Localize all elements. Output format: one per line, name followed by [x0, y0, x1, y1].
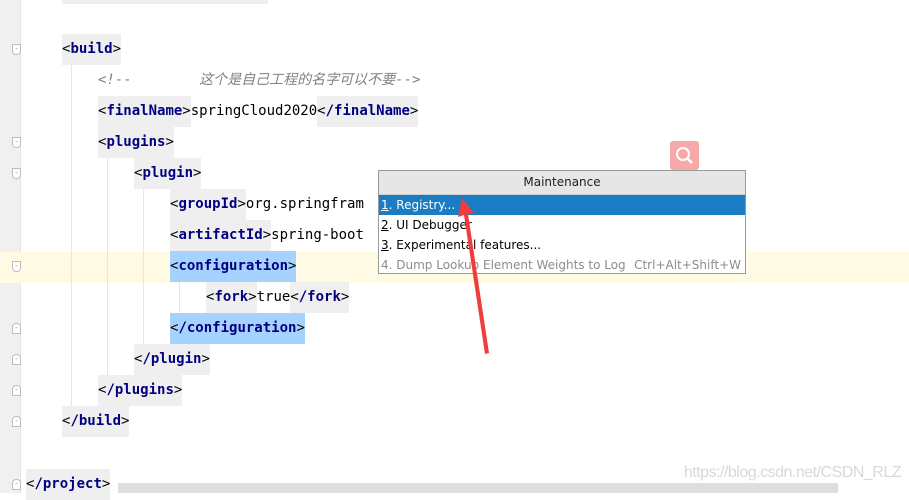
tag-name: configuration — [178, 258, 289, 274]
horizontal-scrollbar[interactable] — [118, 483, 838, 493]
indent-guide — [107, 155, 108, 400]
maintenance-popup: Maintenance 1. Registry... 2. UI Debugger… — [378, 170, 746, 274]
menu-mnemonic: 3 — [381, 238, 389, 252]
fold-start-icon[interactable]: - — [12, 137, 21, 148]
menu-item[interactable]: 2. UI Debugger — [379, 215, 745, 235]
menu-item-label: 4. Dump Lookup Element Weights to Log — [381, 258, 626, 272]
tag-name: plugin — [142, 165, 194, 181]
xml-tag: </plugins> — [98, 375, 183, 406]
fold-end-icon[interactable]: - — [12, 323, 21, 334]
tag-name: /plugins — [106, 382, 174, 398]
watermark: https://blog.csdn.net/CSDN_RLZ — [683, 464, 902, 481]
fold-start-icon[interactable]: - — [12, 168, 21, 179]
code-line[interactable]: <plugins> — [98, 127, 174, 158]
code-line[interactable]: </project> — [26, 469, 111, 500]
menu-mnemonic: 2 — [381, 218, 389, 232]
code-line[interactable]: </build> — [62, 406, 130, 437]
fold-end-icon[interactable]: - — [12, 385, 21, 396]
tag-name: /configuration — [178, 320, 297, 336]
xml-tag: <finalName> — [98, 96, 191, 127]
xml-tag: </configuration> — [170, 313, 305, 344]
fold-start-icon[interactable]: - — [12, 44, 21, 55]
xml-tag: <artifactId> — [170, 220, 272, 251]
menu-item-label: . UI Debugger — [388, 218, 472, 232]
xml-tag: </plugin> — [134, 344, 210, 375]
search-button[interactable] — [670, 141, 699, 170]
code-line[interactable]: <!-- 这个是自己工程的名字可以不要--> — [98, 65, 420, 96]
xml-tag: <fork> — [206, 282, 257, 313]
tag-name: /plugin — [142, 351, 202, 367]
previous-line-fragment — [62, 0, 268, 4]
code-line[interactable]: <finalName>springCloud2020</finalName> — [98, 96, 419, 127]
xml-tag: <build> — [62, 34, 122, 65]
menu-item-label: . Registry... — [388, 198, 456, 212]
tag-name: groupId — [178, 196, 238, 212]
fold-end-icon[interactable]: - — [12, 416, 21, 427]
tag-name: plugins — [106, 134, 166, 150]
fold-end-icon[interactable]: - — [12, 354, 21, 365]
code-line[interactable]: <configuration> — [170, 251, 297, 282]
code-line[interactable]: <plugin> — [134, 158, 202, 189]
text-value: org.springfram — [245, 196, 364, 212]
text-value: springCloud2020 — [190, 103, 318, 119]
tag-name: finalName — [106, 103, 183, 119]
xml-comment: <!-- 这个是自己工程的名字可以不要--> — [98, 72, 421, 88]
code-line[interactable]: <artifactId>spring-boot — [170, 220, 364, 251]
fold-start-icon[interactable]: - — [12, 261, 21, 272]
xml-tag: </fork> — [290, 282, 350, 313]
menu-item: 4. Dump Lookup Element Weights to Log Ctr… — [379, 255, 745, 275]
xml-tag: <plugins> — [98, 127, 174, 158]
code-line[interactable]: <fork>true</fork> — [206, 282, 350, 313]
code-line[interactable]: <build> — [62, 34, 122, 65]
xml-tag: <groupId> — [170, 189, 246, 220]
search-icon — [676, 147, 693, 164]
fold-end-icon[interactable]: - — [12, 479, 21, 490]
tag-name: /finalName — [325, 103, 410, 119]
menu-item-label: . Experimental features... — [388, 238, 542, 252]
menu-item[interactable]: 3. Experimental features... — [379, 235, 745, 255]
xml-tag: <plugin> — [134, 158, 202, 189]
code-line[interactable]: </plugins> — [98, 375, 183, 406]
tag-name: fork — [214, 289, 249, 305]
xml-tag: </build> — [62, 406, 130, 437]
text-value: spring-boot — [271, 227, 364, 243]
tag-name: /build — [70, 413, 122, 429]
xml-tag: <configuration> — [170, 251, 297, 282]
menu-item[interactable]: 1. Registry... — [379, 195, 745, 215]
xml-tag: </project> — [26, 469, 111, 500]
indent-guide — [71, 60, 72, 435]
indent-guide — [143, 186, 144, 370]
menu-shortcut: Ctrl+Alt+Shift+W — [634, 258, 741, 272]
tag-name: build — [70, 41, 113, 57]
tag-name: /project — [34, 476, 102, 492]
tag-name: artifactId — [178, 227, 263, 243]
code-line[interactable]: </configuration> — [170, 313, 305, 344]
text-value: true — [256, 289, 291, 305]
tag-name: /fork — [298, 289, 341, 305]
code-line[interactable]: </plugin> — [134, 344, 210, 375]
popup-title: Maintenance — [379, 171, 745, 195]
menu-mnemonic: 1 — [381, 198, 389, 212]
code-line[interactable]: <groupId>org.springfram — [170, 189, 364, 220]
xml-tag: </finalName> — [317, 96, 419, 127]
